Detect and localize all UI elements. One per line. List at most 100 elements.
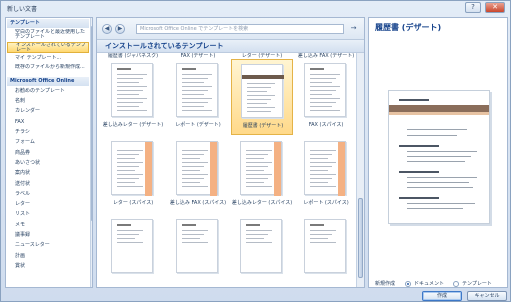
template-tile[interactable]: 差し込みレター (デザート) [102,59,164,135]
navigation-bar: ◀ ▶ Microsoft Office Online でテンプレートを検索 → [97,18,364,40]
search-go-icon[interactable]: → [348,24,359,34]
sidebar-item[interactable]: 商品券 [7,149,89,158]
template-thumbnail [241,64,284,118]
sidebar-item[interactable]: お勧めのテンプレート [7,87,89,96]
template-text-line [117,174,143,175]
template-text-line [247,107,275,108]
sidebar-item[interactable]: 計画 [7,252,89,261]
template-tile-label: 履歴書 (デザート) [242,123,284,129]
template-text-line [246,178,268,179]
template-text-line [182,150,208,151]
sidebar-item[interactable]: 議事録 [7,231,89,240]
template-tile[interactable]: 差し込みレター (スパイス) [231,137,293,213]
search-input[interactable]: Microsoft Office Online でテンプレートを検索 [136,24,344,34]
back-button[interactable]: ◀ [102,24,112,34]
resume-preview-image [388,90,490,224]
template-text-line [246,234,268,235]
create-button[interactable]: 作成 [422,291,462,301]
template-tile[interactable] [167,215,229,287]
close-button[interactable]: ✕ [485,2,505,13]
template-text-line [246,170,264,171]
template-tile[interactable]: FAX (スパイス) [295,59,356,135]
thumbnail-heading [310,68,324,70]
template-tile-label: レター (スパイス) [112,200,154,206]
sidebar-item[interactable]: あいさつ状 [7,159,89,168]
template-text-line [246,186,272,187]
forward-button[interactable]: ▶ [115,24,125,34]
sidebar-item[interactable]: フォーム [7,138,89,147]
sidebar-item[interactable]: 送付状 [7,180,89,189]
sidebar-item[interactable]: メモ [7,221,89,230]
sidebar-item[interactable]: リスト [7,210,89,219]
create-as-label: 新規作成 [375,281,396,287]
template-tile[interactable]: 差し込み FAX (スパイス) [167,137,229,213]
preview-text-line [399,145,439,147]
sidebar-item[interactable]: ラベル [7,190,89,199]
template-tile[interactable]: 履歴書 (デザート) [231,59,293,135]
sidebar-item[interactable]: インストールされているテンプレート [7,41,89,53]
template-text-line [310,106,332,107]
template-text-line [310,162,336,163]
sidebar-item[interactable]: FAX [7,118,89,127]
gallery-heading: インストールされているテンプレート [97,40,364,53]
template-text-line [117,242,143,243]
template-tile-label: レポート (スパイス) [303,200,349,206]
template-text-line [246,230,272,231]
thumbnail-accent-bar [338,142,345,196]
sidebar-item[interactable]: カレンダー [7,107,89,116]
template-text-line [182,110,212,111]
template-text-line [117,102,143,103]
template-text-line [117,170,135,171]
template-radio-label[interactable]: テンプレート [462,280,492,287]
template-tile[interactable] [102,215,164,287]
template-text-line [117,98,147,99]
document-radio[interactable] [405,280,412,287]
gallery-scrollbar[interactable] [356,53,364,287]
new-document-dialog: 新しい文書 ? ✕ テンプレート 空白のファイルと最近使用したテンプレート インスト… [0,0,511,302]
template-text-line [310,86,340,87]
template-tile[interactable] [295,215,356,287]
template-text-line [182,82,204,83]
template-text-line [247,95,275,96]
sidebar-item[interactable]: チラシ [7,128,89,137]
document-radio-label[interactable]: ドキュメント [414,280,444,287]
preview-pane: 履歴書 (デザート) 新規作成 ドキュメント テンプレート [368,17,508,288]
sidebar-item[interactable]: 案内状 [7,169,89,178]
sidebar-item[interactable]: レター [7,200,89,209]
sidebar-item[interactable]: マイ テンプレート... [7,54,89,63]
template-thumbnail [304,219,346,273]
template-text-line [246,162,272,163]
thumbnail-heading [310,224,324,226]
template-tile[interactable] [231,215,293,287]
preview-text-line [407,208,463,209]
sidebar-scrollbar[interactable] [90,18,92,287]
template-text-line [182,162,208,163]
template-text-line [117,82,139,83]
sidebar-item[interactable]: ニュースレター [7,241,89,250]
sidebar-item[interactable]: 空白のファイルと最近使用したテンプレート [7,29,89,40]
sidebar-item[interactable]: 名刺 [7,97,89,106]
template-text-line [117,90,143,91]
preview-text-line [407,177,477,178]
cancel-button[interactable]: キャンセル [467,291,507,301]
preview-title: 履歴書 (デザート) [375,23,442,32]
thumbnail-heading [182,68,196,70]
template-text-line [182,174,208,175]
template-thumbnail [240,219,282,273]
template-tile[interactable]: レポート (スパイス) [295,137,356,213]
title-bar: 新しい文書 ? ✕ [1,1,510,15]
template-thumbnail [304,63,346,117]
template-tile[interactable]: レター (スパイス) [102,137,164,213]
sidebar-item[interactable]: 既存のファイルから新規作成... [7,64,89,75]
sidebar-scroll-thumb[interactable] [91,26,92,221]
template-text-line [182,86,212,87]
template-tile[interactable]: レポート (デザート) [167,59,229,135]
sidebar-item[interactable]: 賞状 [7,262,89,271]
template-thumbnail [111,63,153,117]
template-tile-label: 差し込みレター (デザート) [102,122,164,128]
template-radio[interactable] [453,280,460,287]
gallery-scroll-thumb[interactable] [358,198,363,278]
template-text-line [246,150,272,151]
help-button[interactable]: ? [465,2,481,13]
template-text-line [117,182,135,183]
